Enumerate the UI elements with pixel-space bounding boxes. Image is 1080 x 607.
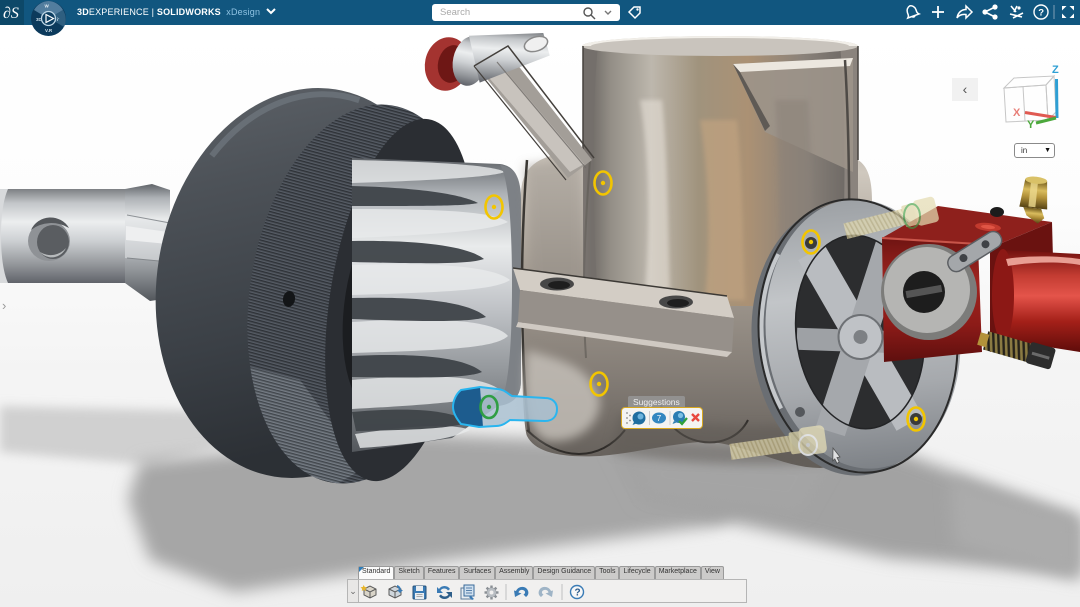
- svg-text:∂S: ∂S: [3, 5, 19, 22]
- svg-text:3D: 3D: [36, 17, 43, 22]
- svg-text:i': i': [57, 17, 59, 22]
- svg-text:7: 7: [657, 414, 662, 423]
- svg-text:V.R: V.R: [45, 28, 53, 33]
- svg-text:?: ?: [575, 588, 581, 599]
- svg-text:Z: Z: [1052, 64, 1059, 76]
- svg-text:›: ›: [2, 298, 6, 313]
- svg-text:Y: Y: [1027, 119, 1035, 131]
- svg-text:?: ?: [1038, 8, 1044, 19]
- svg-text:X: X: [1013, 107, 1021, 119]
